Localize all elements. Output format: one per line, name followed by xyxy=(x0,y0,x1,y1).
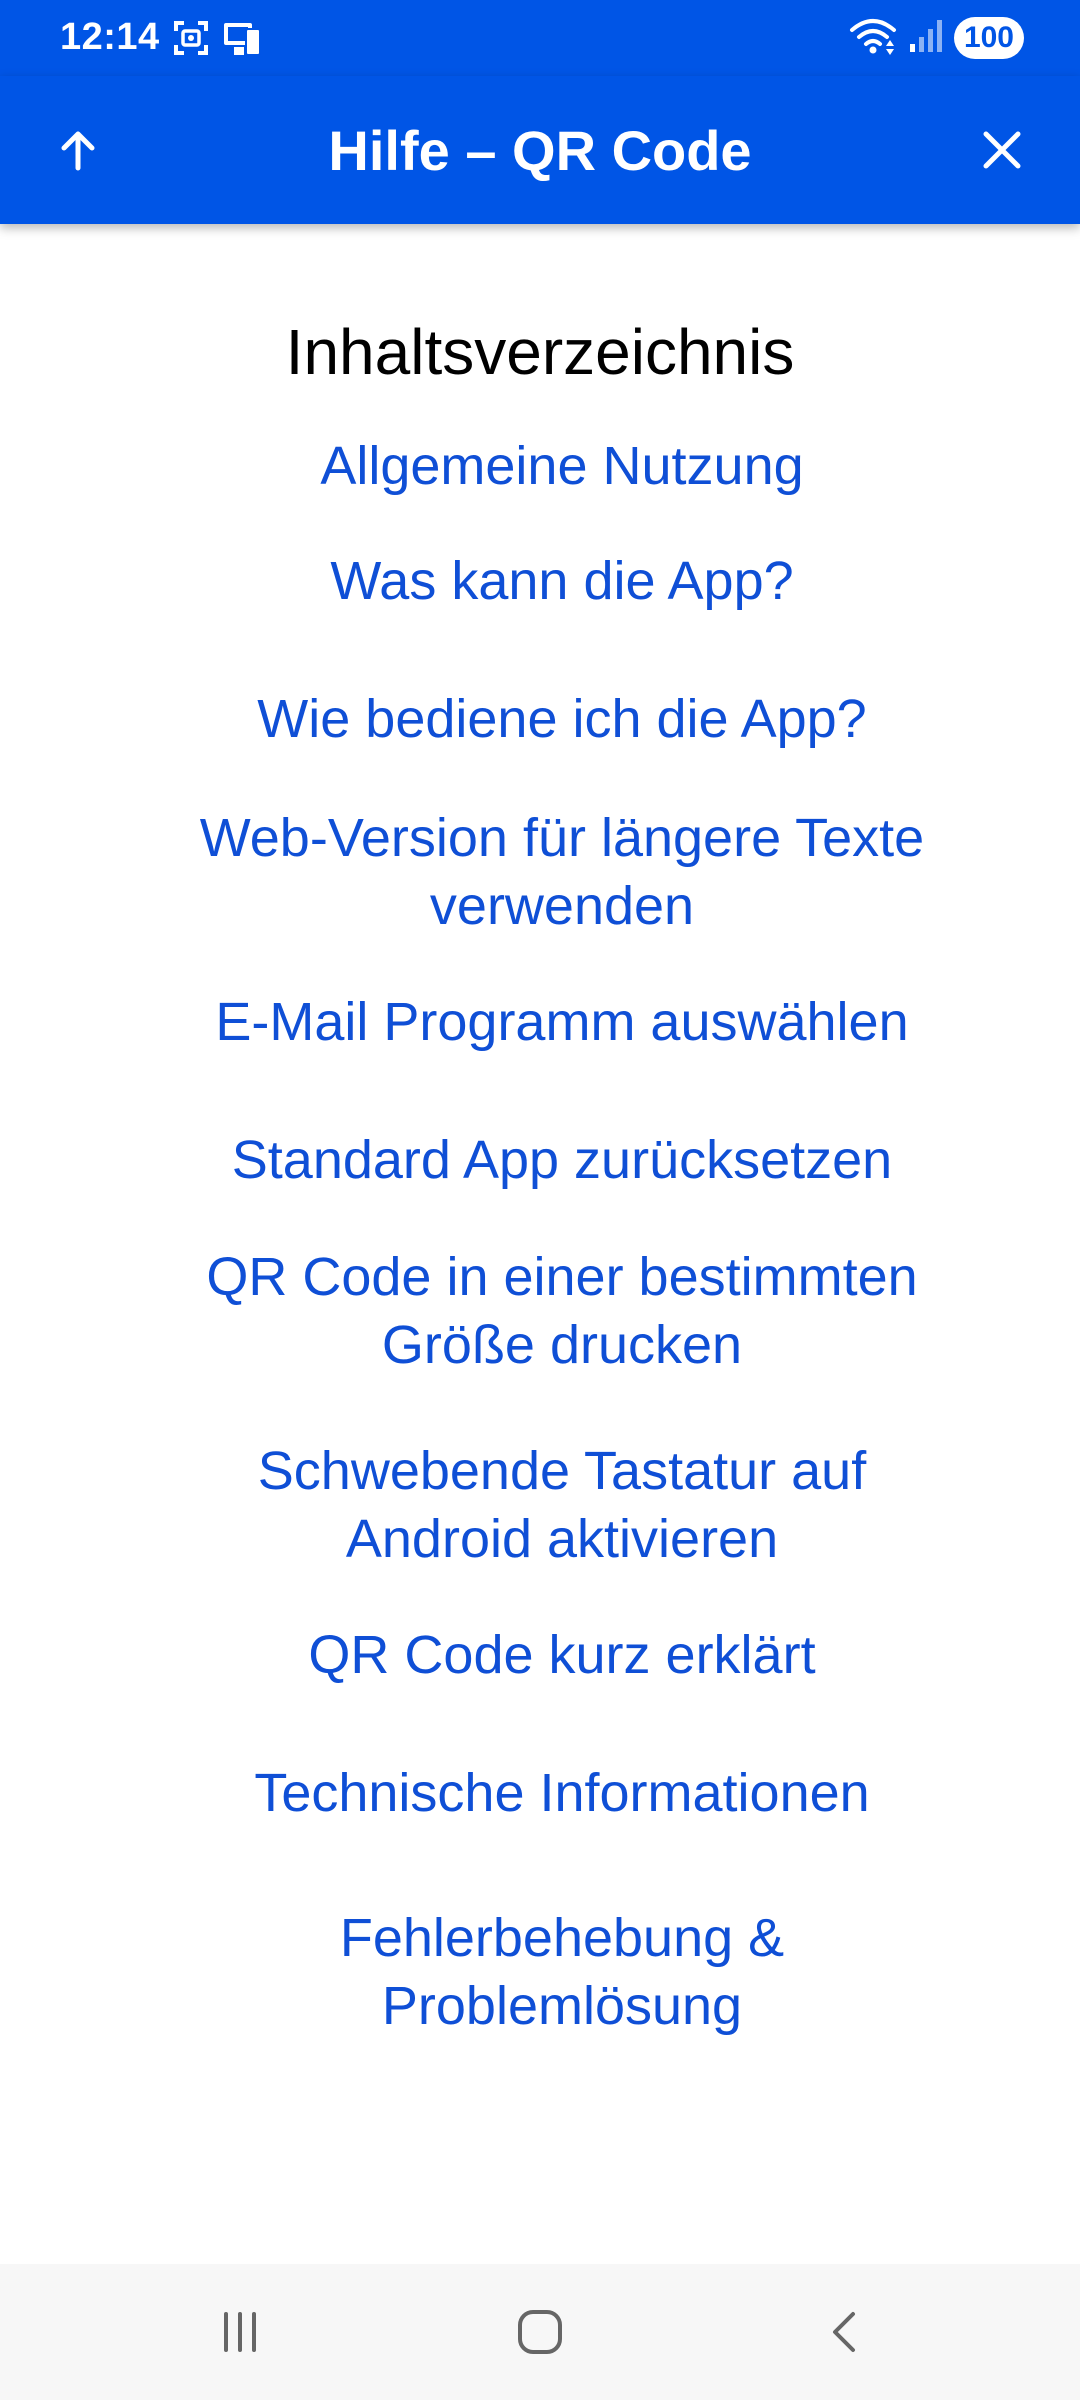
phone-link-icon xyxy=(222,19,262,62)
arrow-up-icon[interactable] xyxy=(38,110,118,190)
back-icon[interactable] xyxy=(795,2292,895,2372)
toc-link-wie-bediene-ich-die-app[interactable]: Wie bediene ich die App? xyxy=(130,685,994,753)
toc-link-line: Schwebende Tastatur auf xyxy=(257,1441,867,1501)
toc-link-line: Allgemeine Nutzung xyxy=(320,436,804,496)
status-time: 12:14 xyxy=(60,16,160,58)
toc-link-line: QR Code in einer bestimmten xyxy=(206,1247,918,1307)
toc-link-web-version[interactable]: Web-Version für längere Texte verwenden xyxy=(130,804,994,940)
toc-link-was-kann-die-app[interactable]: Was kann die App? xyxy=(130,547,994,615)
screenshot-icon xyxy=(172,19,210,62)
toc-link-line: Was kann die App? xyxy=(330,551,794,611)
recent-apps-icon[interactable] xyxy=(190,2292,290,2372)
toc-link-e-mail-programm[interactable]: E-Mail Programm auswählen xyxy=(130,988,994,1056)
toc-link-line: Wie bediene ich die App? xyxy=(257,689,867,749)
wifi-icon xyxy=(848,16,898,61)
help-content: Inhaltsverzeichnis Allgemeine Nutzung Wa… xyxy=(0,224,1080,2264)
toc-link-line: Fehlerbehebung & xyxy=(339,1908,785,1968)
toc-link-fehlerbehebung[interactable]: Fehlerbehebung & Problemlösung xyxy=(130,1904,994,2040)
close-icon[interactable] xyxy=(962,110,1042,190)
toc-link-technische-informationen[interactable]: Technische Informationen xyxy=(130,1759,994,1827)
toc-link-schwebende-tastatur[interactable]: Schwebende Tastatur auf Android aktivier… xyxy=(130,1437,994,1573)
toc-link-line: E-Mail Programm auswählen xyxy=(215,992,909,1052)
battery-icon: 100 xyxy=(953,17,1024,59)
toc-link-qr-code-kurz-erklaert[interactable]: QR Code kurz erklärt xyxy=(130,1621,994,1689)
status-bar: 12:14 100 xyxy=(0,0,1080,76)
toc-heading: Inhaltsverzeichnis xyxy=(285,316,795,388)
toc-link-line: Größe drucken xyxy=(381,1315,743,1375)
toc-link-line: verwenden xyxy=(429,876,695,936)
toc-link-qr-code-drucken[interactable]: QR Code in einer bestimmten Größe drucke… xyxy=(130,1243,994,1379)
toc-link-line: QR Code kurz erklärt xyxy=(308,1625,816,1685)
signal-icon xyxy=(908,18,944,59)
system-nav-bar xyxy=(0,2264,1080,2400)
toc-link-standard-app-zuruecksetzen[interactable]: Standard App zurücksetzen xyxy=(130,1126,994,1194)
toc-link-allgemeine-nutzung[interactable]: Allgemeine Nutzung xyxy=(130,432,994,500)
toc-link-line: Technische Informationen xyxy=(254,1763,870,1823)
page-title: Hilfe – QR Code xyxy=(328,119,752,182)
status-system-icons: 100 xyxy=(848,16,1024,60)
toc-link-line: Standard App zurücksetzen xyxy=(231,1130,893,1190)
app-bar: Hilfe – QR Code xyxy=(0,76,1080,224)
home-icon[interactable] xyxy=(490,2292,590,2372)
status-notification-icons xyxy=(172,20,262,60)
toc-link-line: Web-Version für längere Texte xyxy=(199,808,925,868)
toc-link-line: Problemlösung xyxy=(381,1976,743,2036)
toc-link-line: Android aktivieren xyxy=(345,1509,779,1569)
